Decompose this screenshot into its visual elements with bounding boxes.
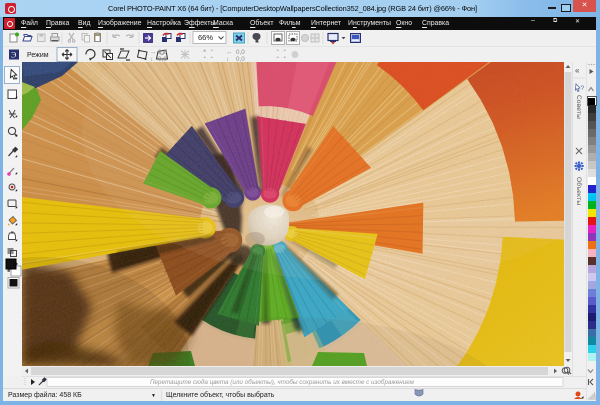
svg-text:↕: ↕ <box>226 56 229 62</box>
svg-text:Режим: Режим <box>27 52 49 59</box>
svg-text:«: « <box>575 66 580 75</box>
svg-text:0,0: 0,0 <box>236 56 245 62</box>
svg-text:↔: ↔ <box>226 49 232 56</box>
svg-text:66%: 66% <box>198 33 213 42</box>
svg-text:?: ? <box>581 85 585 92</box>
svg-text:0,0: 0,0 <box>158 49 167 56</box>
svg-text:Э: Э <box>11 51 16 60</box>
svg-text:0,0: 0,0 <box>158 56 167 62</box>
svg-text:0,0: 0,0 <box>236 49 245 56</box>
svg-text:↔: ↔ <box>150 49 156 56</box>
svg-text:↕: ↕ <box>150 56 153 62</box>
svg-text:Перетащите сюда цвета (или объ: Перетащите сюда цвета (или объекты), что… <box>150 378 415 386</box>
